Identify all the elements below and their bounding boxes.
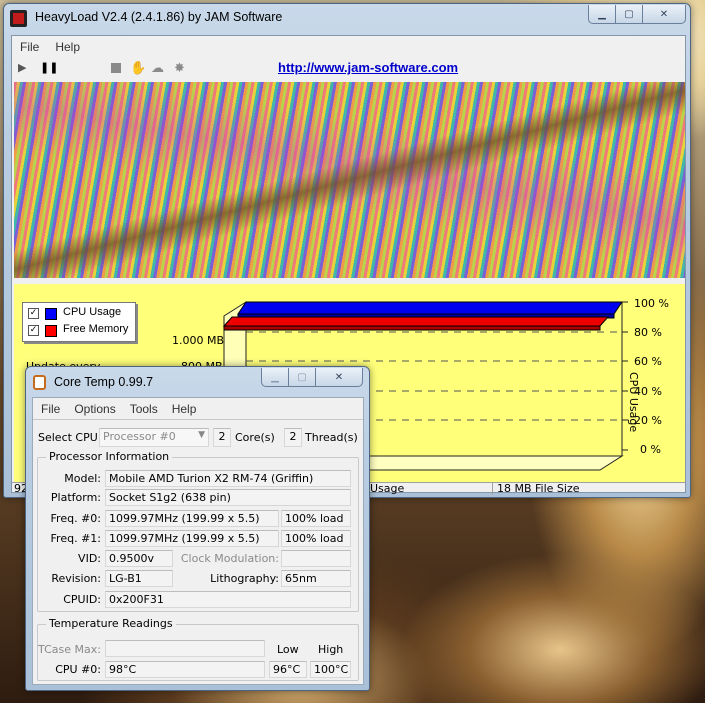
coretemp-client: File Options Tools Help Select CPU: Proc… [32,397,364,685]
cpuid-value: 0x200F31 [105,591,351,608]
cpu-axis-ticks [622,301,628,451]
cpu-tick-20: 20 % [634,414,662,427]
coretemp-maximize-button[interactable]: ▢ [288,368,316,387]
cpu0-temp-label: CPU #0: [55,663,101,676]
status-file-size: 18 MB File Size [497,482,580,495]
coretemp-menubar: File Options Tools Help [33,398,363,420]
select-cpu-label: Select CPU: [38,431,102,444]
load-visualization [14,82,685,278]
dropdown-arrow-icon: ▼ [198,430,205,440]
processor-select[interactable]: Processor #0 ▼ [99,428,209,447]
platform-label: Platform: [50,491,101,504]
coretemp-titlebar[interactable]: Core Temp 0.99.7 ▁ ▢ ✕ [26,367,369,397]
heavyload-app-icon [10,10,27,27]
cores-label: Core(s) [235,431,275,444]
heavyload-menubar: File Help [12,36,685,58]
cpu0-high-value: 100°C [310,661,351,678]
cpu-tick-100: 100 % [634,297,669,310]
minimize-button[interactable]: ▁ [588,5,616,24]
cpu0-temp-value: 98°C [105,661,265,678]
load1-value: 100% load [281,530,351,547]
processor-info-title: Processor Information [46,450,173,463]
coretemp-app-icon [33,375,46,390]
ct-menu-options[interactable]: Options [74,402,115,416]
model-value: Mobile AMD Turion X2 RM-74 (Griffin) [105,470,351,487]
vid-label: VID: [78,552,101,565]
tcase-label: TCase Max: [38,643,101,656]
cpu0-low-value: 96°C [269,661,307,678]
heavyload-title: HeavyLoad V2.4 (2.4.1.86) by JAM Softwar… [35,10,283,24]
coretemp-close-button[interactable]: ✕ [315,368,363,387]
cpu-tick-60: 60 % [634,355,662,368]
core-count: 2 [213,428,231,447]
coretemp-minimize-button[interactable]: ▁ [261,368,289,387]
high-label: High [318,643,344,656]
maximize-button[interactable]: ▢ [615,5,643,24]
temperature-title: Temperature Readings [46,617,176,630]
coretemp-window: Core Temp 0.99.7 ▁ ▢ ✕ File Options Tool… [25,366,370,691]
platform-value: Socket S1g2 (638 pin) [105,489,351,506]
memory-stress-icon[interactable]: ☁ [151,61,164,76]
clock-modulation-value [281,550,351,567]
freq1-label: Freq. #1: [50,532,101,545]
freq1-value: 1099.97MHz (199.99 x 5.5) [105,530,279,547]
tcase-value [105,640,265,657]
close-button[interactable]: ✕ [642,5,686,24]
freq0-label: Freq. #0: [50,512,101,525]
lithography-label: Lithography: [210,572,279,585]
ct-menu-tools[interactable]: Tools [130,402,158,416]
cpuid-label: CPUID: [63,593,101,606]
play-icon[interactable]: ▶ [18,61,26,74]
disk-stress-icon[interactable]: ✸ [174,61,185,76]
threads-label: Thread(s) [305,431,358,444]
menu-file[interactable]: File [20,40,39,54]
stop-icon[interactable] [111,63,121,73]
freq0-value: 1099.97MHz (199.99 x 5.5) [105,510,279,527]
cpu-usage-band [237,301,623,319]
cpu-tick-80: 80 % [634,326,662,339]
status-usage: Usage [370,482,405,495]
pause-icon[interactable]: ❚❚ [40,61,58,74]
thread-count: 2 [284,428,302,447]
load0-value: 100% load [281,510,351,527]
heavyload-titlebar[interactable]: HeavyLoad V2.4 (2.4.1.86) by JAM Softwar… [4,4,690,34]
cpu-stress-icon[interactable]: ✋ [130,61,146,76]
revision-value: LG-B1 [105,570,173,587]
lithography-value: 65nm [281,570,351,587]
model-label: Model: [64,472,101,485]
heavyload-toolbar: ▶ ❚❚ ✋ ☁ ✸ http://www.jam-software.com [12,58,685,80]
ct-menu-help[interactable]: Help [172,402,197,416]
free-memory-band [222,316,610,331]
ct-menu-file[interactable]: File [41,402,60,416]
clock-modulation-label: Clock Modulation: [180,552,279,565]
jam-software-link[interactable]: http://www.jam-software.com [278,60,458,75]
menu-help[interactable]: Help [55,40,80,54]
coretemp-title: Core Temp 0.99.7 [54,375,154,389]
low-label: Low [277,643,299,656]
vid-value: 0.9500v [105,550,173,567]
cpu-tick-40: 40 % [634,385,662,398]
cpu-tick-0: 0 % [640,443,661,456]
revision-label: Revision: [51,572,101,585]
